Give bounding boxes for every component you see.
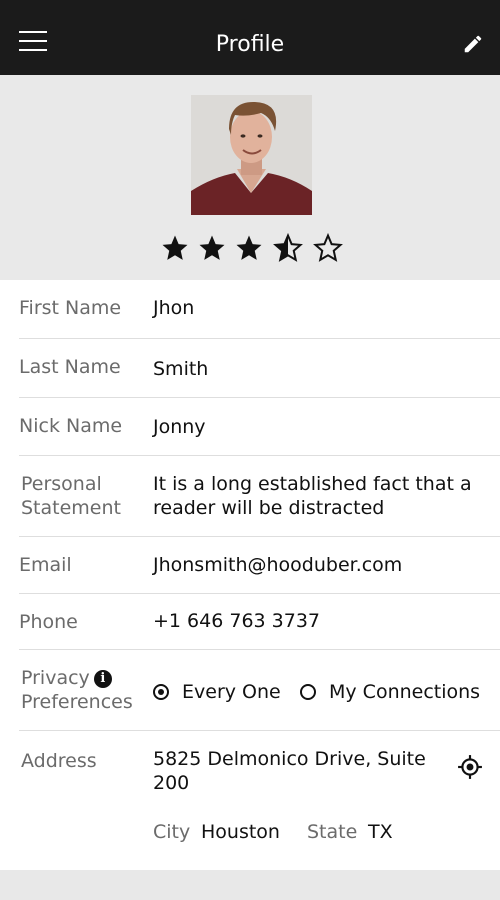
first-name-value[interactable]: Jhon (153, 296, 493, 320)
phone-label: Phone (19, 611, 78, 633)
first-name-label: First Name (19, 297, 122, 319)
address-value[interactable]: 5825 Delmonico Drive, Suite 200 (153, 747, 443, 795)
app-header: Profile (0, 0, 500, 75)
email-value[interactable]: Jhonsmith@hooduber.com (153, 553, 493, 577)
state-value[interactable]: TX (368, 820, 393, 844)
star-filled-icon (162, 235, 188, 260)
nick-name-row: Nick Name Jonny (19, 398, 500, 456)
star-empty-icon (313, 233, 343, 262)
email-row: Email Jhonsmith@hooduber.com (19, 537, 500, 594)
last-name-value[interactable]: Smith (153, 357, 493, 381)
email-label: Email (19, 554, 72, 576)
star-filled-icon (236, 235, 262, 260)
address-label: Address (21, 750, 97, 772)
privacy-option-everyone[interactable]: Every One (153, 680, 288, 704)
radio-unselected-icon[interactable] (300, 684, 316, 700)
privacy-label: Privacy i Preferences (21, 667, 133, 713)
nick-name-value[interactable]: Jonny (153, 415, 493, 439)
address-row: Address 5825 Delmonico Drive, Suite 200 … (19, 731, 500, 870)
star-filled-icon (199, 235, 225, 260)
privacy-row: Privacy i Preferences Every One My Connec… (19, 650, 500, 731)
profile-details: First Name Jhon Last Name Smith Nick Nam… (0, 280, 500, 870)
last-name-label: Last Name (19, 356, 121, 378)
last-name-row: Last Name Smith (19, 339, 500, 398)
state-label: State (307, 821, 358, 843)
city-value[interactable]: Houston (201, 820, 280, 844)
radio-selected-icon[interactable] (153, 684, 169, 700)
privacy-option-connections[interactable]: My Connections (300, 680, 490, 704)
nick-name-label: Nick Name (19, 415, 123, 437)
crosshair-location-icon[interactable] (457, 754, 483, 780)
personal-statement-value[interactable]: It is a long established fact that a rea… (153, 472, 493, 520)
phone-row: Phone +1 646 763 3737 (19, 594, 500, 650)
page-title: Profile (215, 32, 285, 57)
phone-value[interactable]: +1 646 763 3737 (153, 609, 493, 633)
profile-summary (0, 75, 500, 280)
personal-statement-row: Personal Statement It is a long establis… (19, 456, 500, 537)
info-icon[interactable]: i (93, 670, 112, 688)
first-name-row: First Name Jhon (19, 280, 500, 339)
city-label: City (153, 821, 191, 843)
avatar[interactable] (191, 95, 312, 215)
star-half-icon (273, 233, 303, 262)
personal-statement-label: Personal Statement (21, 473, 121, 519)
pencil-icon[interactable] (462, 33, 484, 55)
